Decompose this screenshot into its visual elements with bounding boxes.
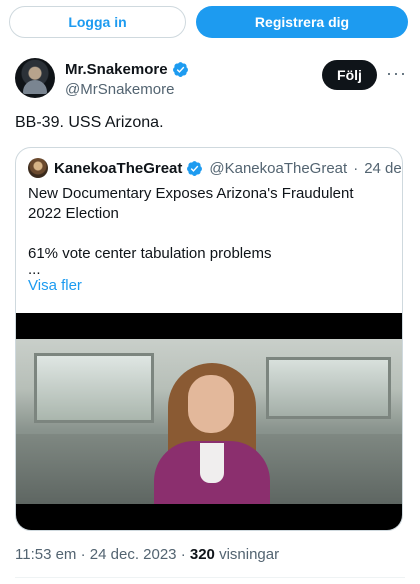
meta-separator: · bbox=[80, 546, 86, 563]
avatar[interactable] bbox=[15, 58, 55, 98]
tweet-metadata: 11:53 em · 24 dec. 2023 · 320 visningar bbox=[15, 546, 279, 563]
quoted-separator: · bbox=[353, 159, 359, 177]
verified-badge-icon bbox=[172, 62, 188, 77]
author-name[interactable]: Mr.Snakemore bbox=[65, 61, 168, 78]
views-count: 320 bbox=[189, 546, 215, 563]
register-button[interactable]: Registrera dig bbox=[196, 6, 408, 38]
show-more-link[interactable]: Visa fler bbox=[28, 276, 390, 296]
quoted-author-handle: @KanekoaTheGreat bbox=[209, 159, 348, 177]
quoted-tweet-header: KanekoaTheGreat @KanekoaTheGreat · 24 de… bbox=[28, 158, 402, 178]
tweet-date[interactable]: 24 dec. 2023 bbox=[90, 546, 177, 563]
author-name-row: Mr.Snakemore bbox=[65, 61, 189, 78]
quoted-tweet-body: New Documentary Exposes Arizona's Fraudu… bbox=[28, 184, 390, 296]
quoted-text-line: New Documentary Exposes Arizona's Fraudu… bbox=[28, 185, 354, 222]
views-label: visningar bbox=[219, 546, 280, 563]
tweet-author: Mr.Snakemore @MrSnakemore Följ ··· bbox=[15, 58, 410, 102]
quoted-tweet[interactable]: KanekoaTheGreat @KanekoaTheGreat · 24 de… bbox=[15, 147, 403, 531]
login-button[interactable]: Logga in bbox=[9, 6, 186, 38]
follow-button[interactable]: Följ bbox=[322, 60, 377, 90]
video-frame bbox=[16, 339, 402, 504]
quoted-avatar bbox=[28, 158, 48, 178]
tweet-time[interactable]: 11:53 em bbox=[15, 546, 76, 563]
quoted-author-name: KanekoaTheGreat bbox=[54, 159, 183, 177]
meta-separator: · bbox=[180, 546, 186, 563]
more-horizontal-icon[interactable]: ··· bbox=[386, 64, 406, 84]
quoted-ellipsis: ... bbox=[28, 261, 41, 278]
quoted-text-line: 61% vote center tabulation problems bbox=[28, 245, 272, 262]
quoted-date: 24 dec. bbox=[364, 159, 402, 177]
verified-badge-icon bbox=[187, 160, 203, 176]
divider bbox=[15, 577, 405, 578]
tweet-text: BB-39. USS Arizona. bbox=[15, 114, 164, 131]
video-thumbnail[interactable] bbox=[16, 313, 402, 530]
author-handle[interactable]: @MrSnakemore bbox=[65, 81, 174, 98]
top-bar: Logga in Registrera dig bbox=[0, 0, 420, 44]
